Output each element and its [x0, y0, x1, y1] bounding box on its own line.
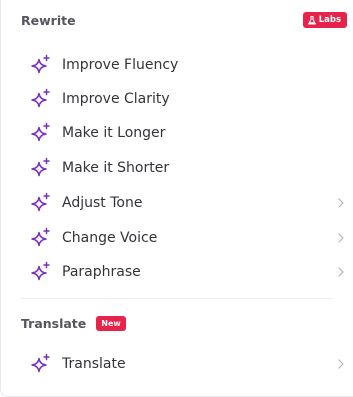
chevron-right-icon: [338, 233, 344, 243]
sparkle-icon: [31, 192, 50, 212]
chevron-right-icon: [338, 267, 344, 277]
sparkle-icon: [31, 157, 50, 177]
menu-item-paraphrase[interactable]: Paraphrase: [11, 257, 346, 287]
translate-section-title: Translate: [21, 315, 87, 331]
new-badge: New: [96, 315, 126, 331]
menu-item-label: Change Voice: [62, 230, 158, 246]
menu-item-make-it-shorter[interactable]: Make it Shorter: [11, 153, 346, 183]
menu-item-improve-fluency[interactable]: Improve Fluency: [11, 50, 346, 80]
labs-badge: Labs: [302, 12, 347, 28]
rewrite-section-title: Rewrite: [21, 12, 76, 28]
sparkle-icon: [31, 54, 50, 74]
section-divider: [21, 298, 333, 299]
labs-badge-label: Labs: [318, 15, 341, 25]
menu-item-translate[interactable]: Translate: [11, 349, 346, 379]
ai-actions-menu: Rewrite Labs Improve Fluency Improve Cla…: [0, 0, 353, 397]
menu-item-label: Make it Shorter: [62, 160, 170, 176]
menu-item-label: Improve Fluency: [62, 57, 179, 73]
sparkle-icon: [31, 353, 50, 373]
sparkle-icon: [31, 261, 50, 281]
menu-item-label: Improve Clarity: [62, 91, 170, 107]
rewrite-section-header: Rewrite: [21, 10, 76, 30]
menu-item-label: Adjust Tone: [62, 195, 143, 211]
menu-item-label: Translate: [62, 356, 126, 372]
menu-item-improve-clarity[interactable]: Improve Clarity: [11, 84, 346, 114]
chevron-right-icon: [338, 198, 344, 208]
flask-icon: [307, 15, 316, 25]
menu-item-adjust-tone[interactable]: Adjust Tone: [11, 188, 346, 218]
menu-item-change-voice[interactable]: Change Voice: [11, 223, 346, 253]
translate-section-header: Translate New: [21, 313, 126, 333]
sparkle-icon: [31, 88, 50, 108]
menu-item-make-it-longer[interactable]: Make it Longer: [11, 118, 346, 148]
chevron-right-icon: [338, 359, 344, 369]
menu-item-label: Paraphrase: [62, 264, 141, 280]
menu-item-label: Make it Longer: [62, 125, 166, 141]
sparkle-icon: [31, 122, 50, 142]
sparkle-icon: [31, 227, 50, 247]
